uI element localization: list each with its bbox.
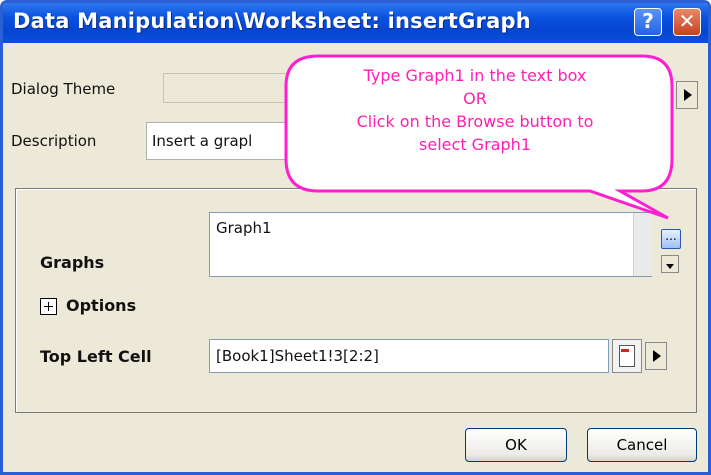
select-cell-icon-mark — [621, 349, 629, 352]
graphs-label: Graphs — [40, 253, 105, 272]
chevron-down-icon — [666, 264, 674, 269]
title-bar[interactable]: Data Manipulation\Worksheet: insertGraph… — [3, 3, 708, 43]
help-icon: ? — [642, 9, 654, 33]
dialog-theme-select[interactable] — [163, 73, 668, 103]
close-button[interactable]: ✕ — [673, 8, 701, 36]
top-left-cell-input[interactable]: [Book1]Sheet1!3[2:2] — [209, 339, 609, 373]
browse-icon: ... — [665, 229, 677, 243]
options-label[interactable]: Options — [66, 296, 136, 315]
top-left-cell-label: Top Left Cell — [40, 347, 152, 366]
plus-icon-stem — [48, 302, 49, 311]
description-value: Insert a grapl — [152, 132, 253, 150]
graphs-dropdown-button[interactable] — [661, 255, 679, 273]
options-toggle[interactable] — [40, 298, 57, 315]
description-field: Insert a grapl — [146, 122, 666, 160]
ok-button[interactable]: OK — [465, 428, 567, 462]
browse-button[interactable]: ... — [661, 229, 681, 249]
graphs-scrollbar[interactable] — [633, 213, 652, 276]
top-left-cell-value: [Book1]Sheet1!3[2:2] — [216, 347, 379, 365]
cancel-button[interactable]: Cancel — [587, 428, 697, 462]
dialog-theme-label: Dialog Theme — [11, 80, 116, 98]
cell-picker-button[interactable] — [612, 339, 642, 373]
graphs-value: Graph1 — [216, 219, 272, 237]
close-icon: ✕ — [678, 9, 696, 33]
help-button[interactable]: ? — [634, 8, 662, 36]
top-left-cell-menu-button[interactable] — [645, 342, 667, 370]
graphs-input[interactable]: Graph1 — [209, 212, 652, 277]
dialog-theme-menu-button[interactable] — [676, 81, 698, 109]
window-title: Data Manipulation\Worksheet: insertGraph — [13, 9, 531, 33]
triangle-right-icon — [653, 350, 661, 362]
settings-group: Graphs Graph1 ... Options Top Left Cell … — [15, 188, 697, 413]
description-label: Description — [11, 132, 97, 150]
dialog-window: Data Manipulation\Worksheet: insertGraph… — [0, 0, 711, 475]
triangle-right-icon — [684, 89, 692, 101]
